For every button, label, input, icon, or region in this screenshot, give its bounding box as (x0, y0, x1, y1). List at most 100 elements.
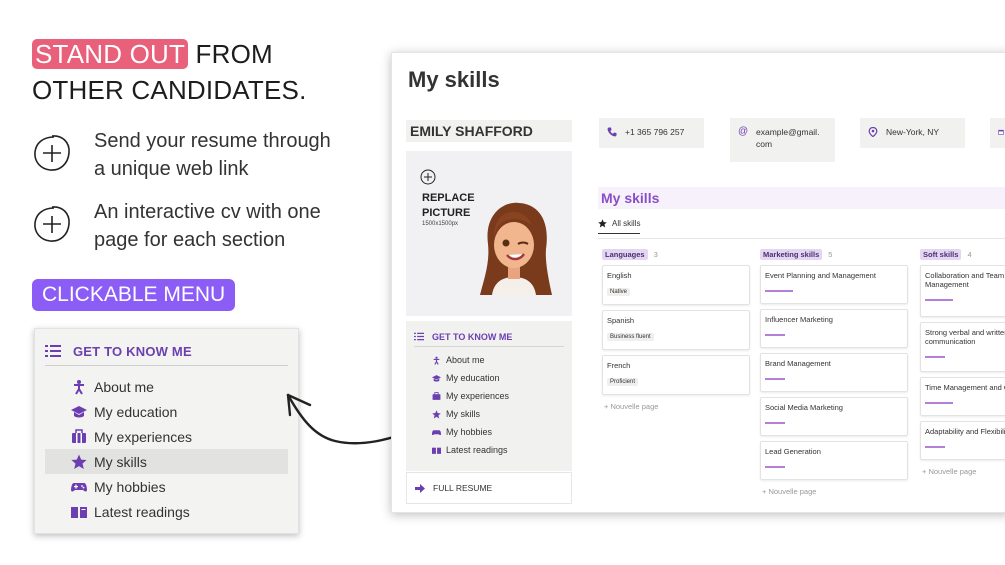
person-icon (74, 379, 84, 395)
progress-bar (765, 466, 785, 468)
menu-item-label: My skills (94, 453, 147, 470)
progress-bar (765, 422, 785, 424)
picture-dimensions: 1500x1500px (422, 221, 459, 227)
card-title: Time Management and Organization (925, 383, 1005, 392)
card-adaptability[interactable]: Adaptability and Flexibility (920, 421, 1005, 460)
menu-item-my-experiences[interactable]: My experiences (45, 424, 288, 449)
column-header: Languages 3 (602, 248, 750, 260)
phone-icon (607, 127, 617, 137)
card-title: Influencer Marketing (765, 315, 833, 324)
star-icon (432, 409, 441, 418)
column-badge: Languages (602, 248, 648, 260)
new-page-button[interactable]: + Nouvelle page (920, 467, 1005, 476)
card-influencer-marketing[interactable]: Influencer Marketing (760, 309, 908, 348)
card-title: Collaboration and Team Management (925, 271, 1005, 289)
side-menu-item-about-me[interactable]: About me (414, 351, 564, 369)
side-menu: GET TO KNOW ME About me My education My … (406, 321, 572, 471)
profile-picture-block[interactable]: REPLACE PICTURE 1500x1500px (406, 151, 572, 316)
tabs-divider (598, 238, 1005, 239)
circle-plus-icon (420, 169, 436, 185)
card-english[interactable]: English Native (602, 265, 750, 305)
side-menu-item-my-education[interactable]: My education (414, 369, 564, 387)
new-page-button[interactable]: + Nouvelle page (602, 402, 750, 411)
replace-picture-label: REPLACE PICTURE (422, 191, 475, 221)
list-icon (45, 345, 61, 357)
progress-bar (925, 446, 945, 448)
menu-header[interactable]: GET TO KNOW ME (45, 341, 288, 366)
menu-item-label: About me (94, 378, 154, 395)
gamepad-icon (71, 482, 87, 491)
headline-rest: FROM (188, 39, 273, 69)
side-menu-item-latest-readings[interactable]: Latest readings (414, 441, 564, 459)
graduation-cap-icon (71, 405, 87, 417)
headline-line2: OTHER CANDIDATES. (32, 75, 307, 105)
progress-bar (765, 378, 785, 380)
menu-item-latest-readings[interactable]: Latest readings (45, 499, 288, 524)
arrow-right-icon (415, 483, 425, 493)
briefcase-icon (72, 428, 86, 443)
card-title: Spanish (607, 316, 635, 325)
column-badge: Marketing skills (760, 248, 823, 260)
location-pin-icon (868, 127, 878, 137)
card-french[interactable]: French Proficient (602, 355, 750, 395)
new-page-button[interactable]: + Nouvelle page (760, 487, 908, 496)
card-title: Adaptability and Flexibility (925, 427, 1005, 436)
card-communication[interactable]: Strong verbal and written communication (920, 322, 1005, 372)
card-social-media-marketing[interactable]: Social Media Marketing (760, 397, 908, 436)
board-column-languages: Languages 3 English Native Spanish Busin… (602, 248, 750, 411)
menu-item-label: My education (94, 403, 178, 420)
section-title: My skills (598, 187, 1005, 209)
candidate-name: EMILY SHAFFORD (406, 120, 572, 142)
side-menu-item-label: My skills (446, 409, 480, 419)
card-event-planning[interactable]: Event Planning and Management (760, 265, 908, 304)
menu-item-about-me[interactable]: About me (45, 374, 288, 399)
phone-number: +1 365 796 257 (625, 127, 685, 137)
progress-bar (925, 299, 953, 301)
card-tag: Proficient (607, 378, 639, 386)
column-count: 3 (653, 249, 658, 259)
side-menu-item-my-hobbies[interactable]: My hobbies (414, 423, 564, 441)
menu-item-my-skills[interactable]: My skills (45, 449, 288, 474)
book-icon (432, 447, 441, 454)
calendar-icon (998, 129, 1004, 135)
side-menu-item-label: My hobbies (446, 427, 493, 437)
menu-item-label: My experiences (94, 428, 193, 445)
page-title: My skills (408, 67, 500, 92)
star-icon (598, 219, 607, 228)
graduation-cap-icon (432, 374, 441, 382)
side-menu-item-my-experiences[interactable]: My experiences (414, 387, 564, 405)
side-menu-item-label: My experiences (446, 391, 510, 401)
circle-plus-icon (34, 135, 70, 171)
card-title: Event Planning and Management (765, 271, 876, 280)
column-header: Marketing skills 5 (760, 248, 908, 260)
card-title: Social Media Marketing (765, 403, 843, 412)
card-brand-management[interactable]: Brand Management (760, 353, 908, 392)
contact-email: @ example@gmail. com (730, 118, 835, 162)
menu-item-my-education[interactable]: My education (45, 399, 288, 424)
email-line2: com (756, 139, 773, 149)
card-collaboration[interactable]: Collaboration and Team Management (920, 265, 1005, 317)
side-menu-header[interactable]: GET TO KNOW ME (414, 327, 564, 347)
full-resume-label: FULL RESUME (433, 483, 493, 493)
board-column-soft-skills: Soft skills 4 Collaboration and Team Man… (920, 248, 1005, 476)
menu-item-my-hobbies[interactable]: My hobbies (45, 474, 288, 499)
card-title: English (607, 271, 632, 280)
side-menu-item-label: My education (446, 373, 500, 383)
card-spanish[interactable]: Spanish Business fluent (602, 310, 750, 350)
column-badge: Soft skills (920, 248, 962, 260)
person-icon (433, 356, 440, 365)
replace-label-line2: PICTURE (422, 207, 471, 219)
feature-web-link: Send your resume through a unique web li… (32, 127, 344, 183)
full-resume-link[interactable]: FULL RESUME (406, 472, 572, 504)
card-title: Strong verbal and written communication (925, 328, 1005, 346)
clickable-menu-tag: CLICKABLE MENU (32, 279, 236, 311)
location-text: New-York, NY (886, 127, 940, 137)
menu-header-label: GET TO KNOW ME (73, 343, 192, 359)
contact-phone: +1 365 796 257 (599, 118, 704, 148)
card-title: Brand Management (765, 359, 831, 368)
tab-all-skills[interactable]: All skills (598, 219, 641, 234)
card-time-management[interactable]: Time Management and Organization (920, 377, 1005, 416)
card-lead-generation[interactable]: Lead Generation (760, 441, 908, 480)
side-menu-item-my-skills[interactable]: My skills (414, 405, 564, 423)
at-icon: @ (738, 126, 749, 137)
